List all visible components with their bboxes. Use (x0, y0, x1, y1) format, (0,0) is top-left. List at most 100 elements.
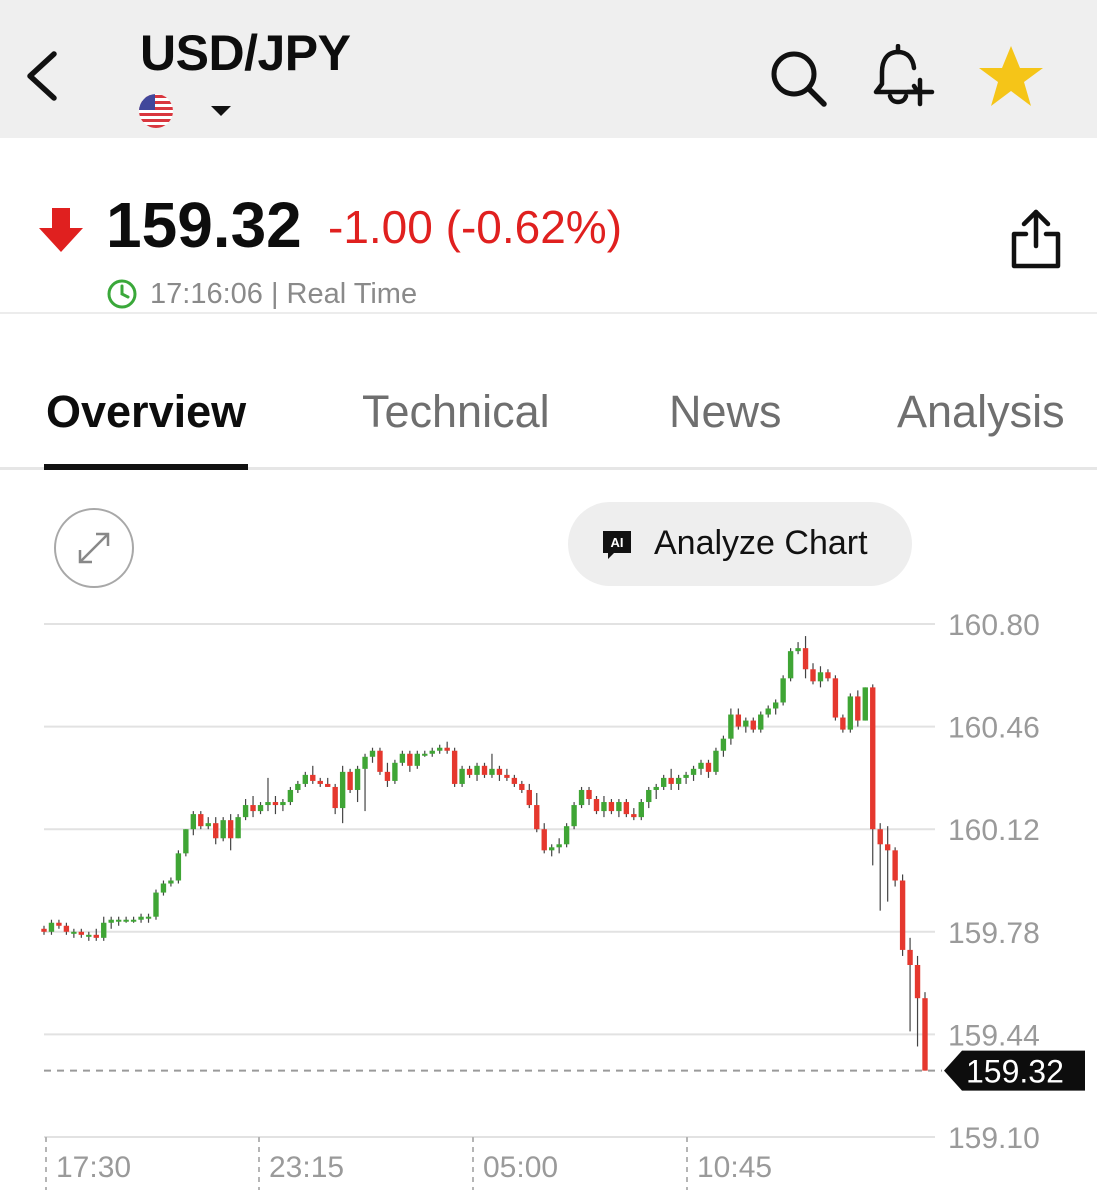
candle-body (272, 802, 279, 806)
quote-panel: 159.32 -1.00 (-0.62%) 17:16:06 | Real Ti… (0, 140, 1097, 314)
search-button[interactable] (766, 46, 830, 110)
pair-title[interactable]: USD/JPY (140, 24, 351, 82)
candle-body (459, 768, 465, 784)
candle-body (698, 762, 704, 769)
candle-body (847, 696, 854, 730)
candle-body (220, 820, 226, 839)
candle-body (556, 844, 562, 848)
candle-body (175, 853, 182, 881)
candle-body (190, 814, 197, 830)
candle-body (287, 789, 294, 803)
candle-body (384, 771, 391, 781)
candle-body (825, 672, 831, 679)
candle-body (429, 750, 435, 754)
y-tick-label: 160.80 (948, 609, 1040, 642)
candle-body (549, 847, 555, 851)
candle-body (504, 774, 510, 778)
candle-body (631, 814, 637, 818)
candle-body (526, 789, 532, 806)
candle-body (310, 774, 316, 781)
ai-chat-icon: AI (603, 531, 631, 559)
candle-body (578, 789, 585, 806)
candle-body (817, 672, 824, 682)
candle-body (71, 931, 77, 934)
candle-body (339, 771, 346, 809)
y-tick-label: 160.12 (948, 814, 1040, 847)
candle-body (862, 687, 868, 721)
candle-body (870, 687, 876, 830)
candle-body (444, 747, 450, 751)
add-alert-button[interactable] (868, 43, 936, 110)
candle-body (369, 750, 376, 757)
candle-body (743, 720, 749, 727)
candle-body (115, 919, 122, 922)
fullscreen-button[interactable] (54, 508, 134, 588)
candle-body (750, 720, 756, 730)
price-chart[interactable]: 160.80 160.46 160.12 159.78 159.44 159.10 159.… (0, 600, 1097, 1200)
us-flag-icon[interactable] (138, 93, 174, 129)
candle-body (168, 880, 174, 884)
candle-body (758, 714, 764, 730)
share-button[interactable] (1008, 204, 1064, 270)
candle-body (787, 651, 794, 679)
candle-body (437, 747, 443, 751)
candle-body (713, 750, 719, 772)
candle-body (362, 756, 368, 769)
candle-body (571, 805, 577, 827)
candle-body (414, 753, 420, 766)
candle-body (840, 717, 846, 730)
candle-body (86, 934, 92, 937)
candle-body (466, 768, 473, 775)
candle-body (399, 753, 406, 763)
candle-body (616, 802, 622, 812)
x-tick-label: 10:45 (697, 1151, 772, 1184)
candle-body (623, 802, 630, 815)
candle-body (153, 892, 159, 917)
tab-analysis[interactable]: Analysis (897, 386, 1065, 438)
y-tick-label: 160.46 (948, 712, 1040, 745)
candle-body (683, 774, 689, 778)
candle-body (474, 765, 480, 775)
candle-body (227, 820, 234, 839)
tab-bar: Overview Technical News Analysis (0, 316, 1097, 470)
candle-body (377, 750, 383, 772)
candle-body (593, 799, 600, 812)
down-arrow-icon (39, 208, 83, 252)
candle-body (668, 777, 674, 784)
candle-body (317, 780, 323, 784)
candle-body (802, 648, 809, 670)
candle-body (489, 768, 495, 775)
y-tick-label: 159.44 (948, 1019, 1040, 1052)
candle-body (780, 678, 786, 703)
candle-body (832, 678, 839, 718)
tab-technical[interactable]: Technical (362, 386, 550, 438)
candle-body (810, 669, 816, 682)
clock-icon (107, 279, 137, 309)
candle-body (608, 802, 615, 812)
candle-body (242, 805, 249, 818)
candle-body (78, 931, 85, 935)
candle-body (130, 919, 137, 922)
watchlist-star-button[interactable] (976, 44, 1046, 110)
candle-body (235, 817, 241, 839)
candle-body (198, 814, 204, 827)
candle-body (496, 768, 503, 775)
candle-body (690, 768, 697, 775)
candle-body (705, 762, 712, 772)
top-bar: USD/JPY (0, 0, 1097, 138)
back-button[interactable] (18, 44, 70, 108)
tab-news[interactable]: News (669, 386, 782, 438)
last-price-tag-label: 159.32 (966, 1054, 1064, 1090)
candle-body (914, 964, 921, 999)
candle-body (63, 925, 70, 932)
chevron-down-icon[interactable] (209, 103, 233, 117)
candle-body (56, 922, 62, 926)
star-icon (979, 46, 1043, 106)
expand-icon (78, 532, 110, 564)
candle-body (205, 823, 211, 827)
candle-body (407, 753, 413, 766)
candle-body (660, 777, 667, 787)
tab-overview[interactable]: Overview (46, 386, 246, 438)
analyze-chart-button[interactable]: AI Analyze Chart (568, 502, 912, 586)
candle-body (511, 777, 518, 784)
